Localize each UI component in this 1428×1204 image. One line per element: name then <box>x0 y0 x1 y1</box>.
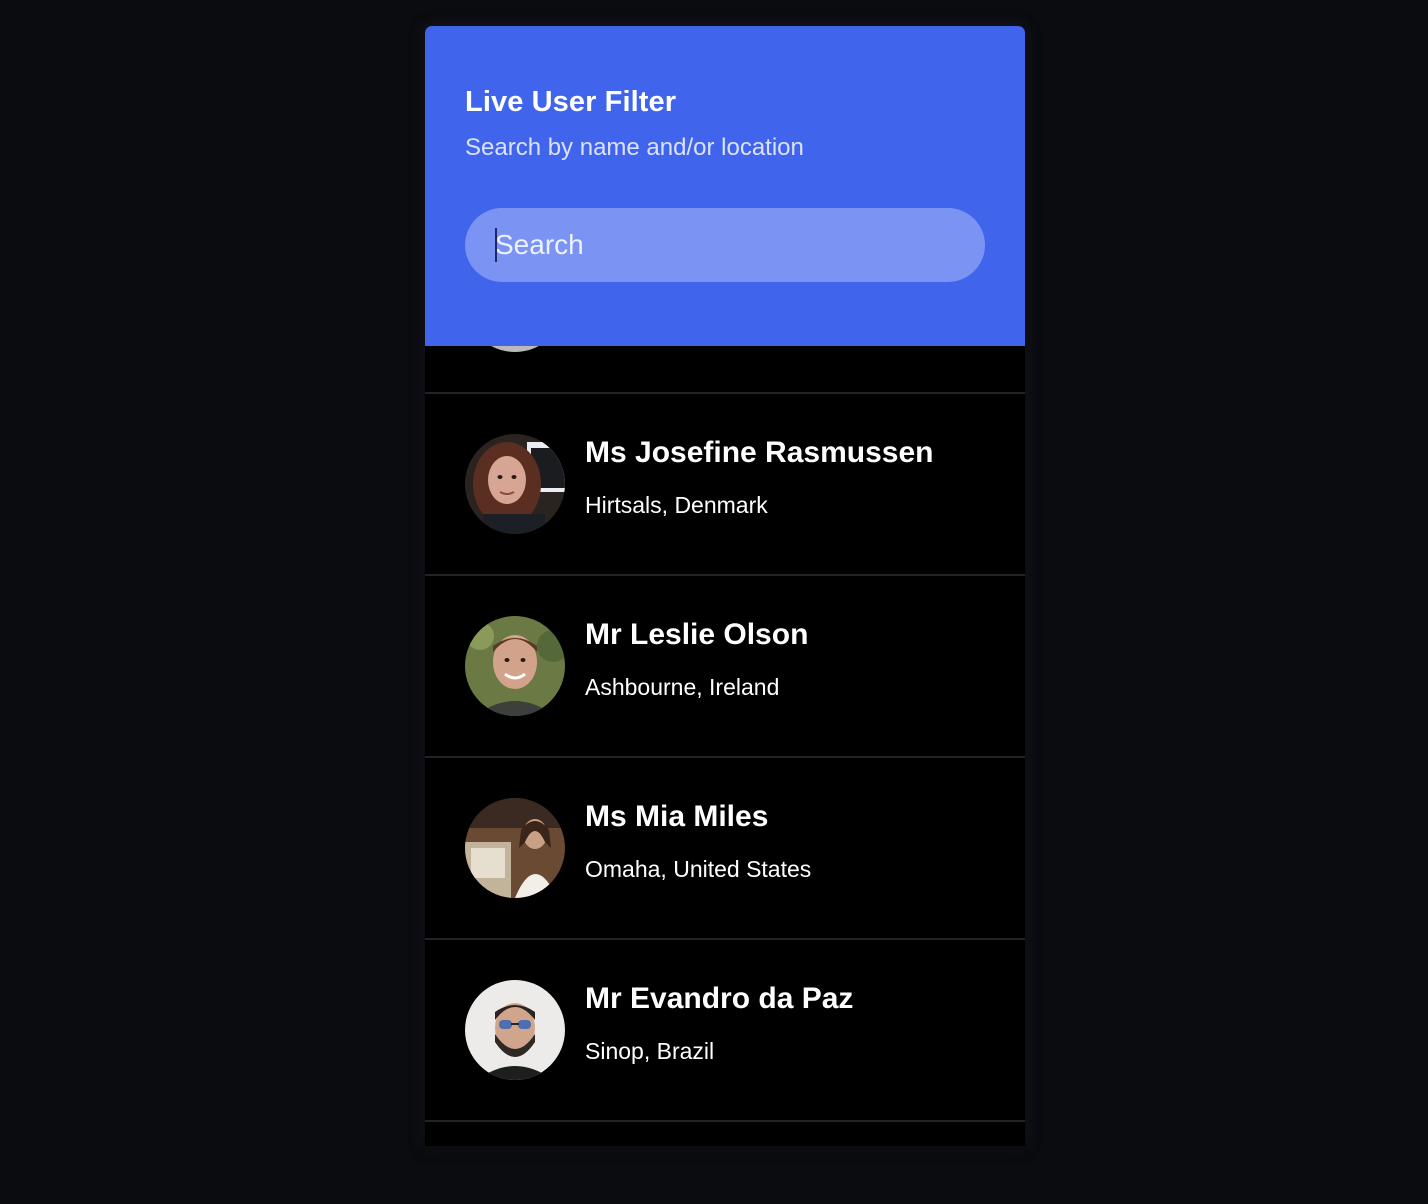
avatar <box>465 798 565 898</box>
list-item: Ms Josefine Rasmussen Hirtsals, Denmark <box>425 394 1025 576</box>
user-name: Mr Leslie Olson <box>585 618 809 651</box>
avatar <box>465 980 565 1080</box>
page-title: Live User Filter <box>465 86 677 118</box>
user-filter-card: Live User Filter Search by name and/or l… <box>425 26 1025 1146</box>
user-location: Ashbourne, Ireland <box>585 674 780 700</box>
user-list[interactable]: Ms Josefine Rasmussen Hirtsals, Denmark … <box>425 302 1025 1146</box>
list-item: Mr Evandro da Paz Sinop, Brazil <box>425 940 1025 1122</box>
user-location: Hirtsals, Denmark <box>585 492 768 518</box>
user-name: Ms Mia Miles <box>585 800 769 833</box>
avatar <box>465 616 565 716</box>
avatar <box>465 434 565 534</box>
user-photo-icon <box>465 798 565 898</box>
user-location: Sinop, Brazil <box>585 1038 715 1064</box>
user-location: Omaha, United States <box>585 856 812 882</box>
user-photo-icon <box>465 616 565 716</box>
list-item: Ms Mia Miles Omaha, United States <box>425 758 1025 940</box>
user-name: Ms Josefine Rasmussen <box>585 436 934 469</box>
user-photo-icon <box>465 434 565 534</box>
search-input[interactable] <box>465 208 985 282</box>
list-item: Mr Leslie Olson Ashbourne, Ireland <box>425 576 1025 758</box>
list-item <box>425 302 1025 394</box>
user-photo-icon <box>465 980 565 1080</box>
user-name: Mr Evandro da Paz <box>585 982 854 1015</box>
filter-header: Live User Filter Search by name and/or l… <box>425 26 1025 346</box>
page-subtitle: Search by name and/or location <box>465 134 804 161</box>
text-caret <box>495 228 497 262</box>
